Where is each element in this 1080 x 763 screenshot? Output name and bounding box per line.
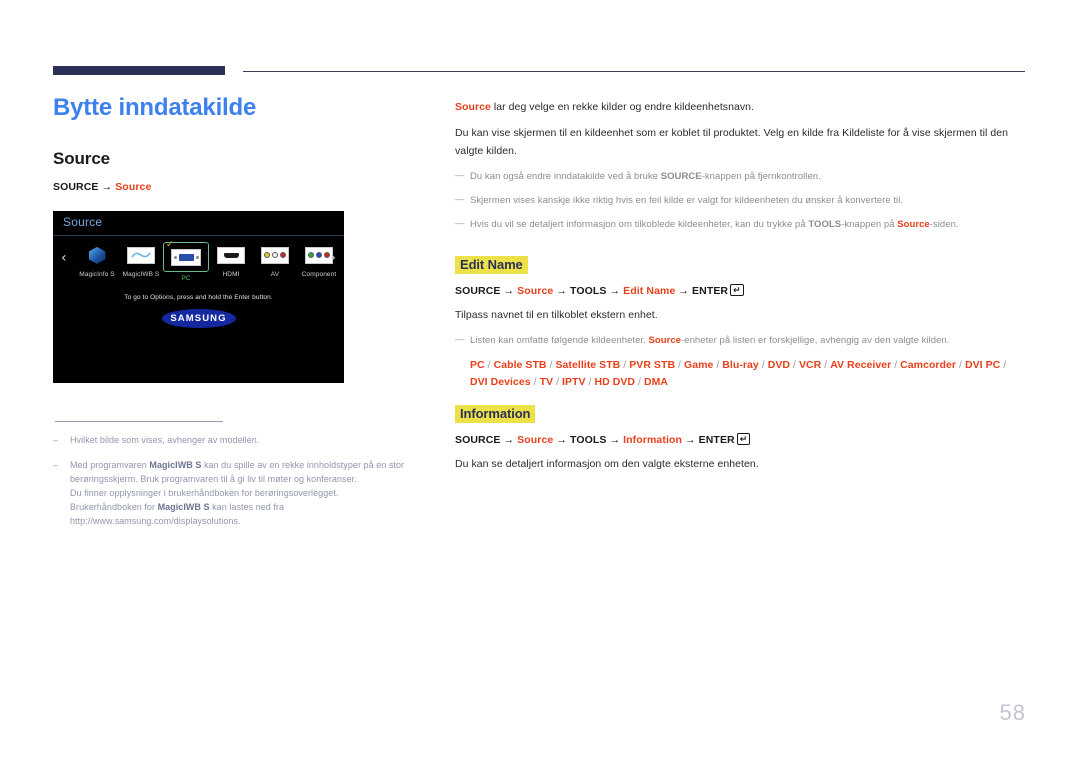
note-dash-icon: — [455,194,465,206]
hdmi-slot-glyph [223,252,239,258]
menu-path-parts: SOURCE → Source → TOOLS → Information → … [455,433,735,446]
note-dash-icon: — [455,169,465,181]
tv-source-icon-box [297,242,341,268]
tv-source-row: ‹ › MagicInfo S MagicIWB S ✓ PC HDMI AV … [53,240,344,288]
menu-path-information: SOURCE → Source → TOOLS → Information → … [455,432,1025,446]
tv-source-label: MagicInfo S [79,271,115,279]
tv-source-label: MagicIWB S [122,271,160,279]
note-tools-button: — Hvis du vil se detaljert informasjon o… [455,217,1025,232]
tv-source-items: MagicInfo S MagicIWB S ✓ PC HDMI AV Comp… [75,240,336,283]
enter-key-icon: ↵ [736,432,751,445]
tv-osd-hint: To go to Options, press and hold the Ent… [124,294,273,302]
tv-source-magicinfo-s[interactable]: MagicInfo S [75,242,119,282]
tv-source-label: Component [301,271,337,279]
tv-source-icon-box [209,242,253,268]
rca-jack-red [324,252,330,259]
hdmi-port-icon [217,246,245,264]
note-text: Hvis du vil se detaljert informasjon om … [470,219,959,231]
footnote-text: Med programvaren MagicIWB S kan du spill… [70,460,405,527]
tv-source-magiciwb-s[interactable]: MagicIWB S [119,242,163,282]
note-device-list: — Listen kan omfatte følgende kildeenhet… [455,333,1025,348]
section-title: Source [53,149,111,169]
footnote-list: – Hvilket bilde som vises, avhenger av m… [53,434,425,529]
rca-jack-green [308,252,314,259]
note-text: Listen kan omfatte følgende kildeenheter… [470,334,950,346]
vga-plug-glyph [173,253,199,261]
page-header-rule [53,66,1025,78]
menu-path-parts: SOURCE → Source → TOOLS → Edit Name → EN… [455,284,729,297]
menu-path-edit-name: SOURCE → Source → TOOLS → Edit Name → EN… [455,283,1025,297]
note-wrong-source: — Skjermen vises kanskje ikke riktig hvi… [455,193,1025,208]
footnote-item: – Hvilket bilde som vises, avhenger av m… [53,434,425,448]
tv-source-component[interactable]: Component [297,242,341,282]
header-rule-thin [243,71,1025,72]
tv-osd-titlebar: Source [53,211,344,237]
footnote-item: – Med programvaren MagicIWB S kan du spi… [53,459,425,529]
magiciwb-icon [127,246,155,264]
rca-jack-blue [316,252,322,259]
tv-source-icon-box [253,242,297,268]
tv-source-pc[interactable]: ✓ PC [163,240,209,283]
menu-path-arrow: → [101,181,113,194]
page-number: 58 [999,700,1026,725]
av-rca-icon [261,246,289,264]
tv-source-label: AV [270,271,280,279]
subsection-heading-information: Information [455,404,536,423]
menu-path-target: Source [115,181,152,194]
left-column: Bytte inndatakilde Source SOURCE → Sourc… [53,94,425,540]
rca-jack-red [280,252,286,259]
samsung-logo: SAMSUNG [161,309,236,329]
note-text: Skjermen vises kanskje ikke riktig hvis … [470,195,904,207]
tv-source-hdmi[interactable]: HDMI [209,242,253,282]
tv-osd-title: Source [63,215,103,230]
right-column: Source lar deg velge en rekke kilder og … [455,99,1025,482]
tv-osd-screenshot: Source ‹ › MagicInfo S MagicIWB S ✓ PC H… [53,211,344,384]
footnote-dash: – [53,460,59,471]
tv-source-icon-box [75,242,119,268]
description-paragraph: Du kan vise skjermen til en kildeenhet s… [455,127,1009,157]
note-text: Du kan også endre inndatakilde ved å bru… [470,170,821,182]
subsection-heading-edit-name: Edit Name [455,255,528,274]
wave-glyph [131,252,151,258]
magicinfo-icon [88,246,106,264]
note-remote-source-button: — Du kan også endre inndatakilde ved å b… [455,169,1025,184]
footnote-dash: – [53,435,59,446]
note-dash-icon: — [455,333,465,345]
tv-source-label: PC [181,275,191,283]
footnote-divider [55,421,223,423]
tv-source-icon-box: ✓ [163,240,209,273]
page-title: Bytte inndatakilde [53,94,257,121]
edit-name-body: Tilpass navnet til en tilkoblet ekstern … [455,308,658,321]
intro-paragraph: Source lar deg velge en rekke kilder og … [455,101,755,113]
pc-connector-icon [171,248,201,266]
note-dash-icon: — [455,218,465,230]
component-rca-icon [305,246,333,264]
menu-path-root: SOURCE [53,181,99,194]
rca-jack-yellow [264,252,270,259]
tv-source-icon-box [119,242,163,268]
check-icon: ✓ [166,240,174,251]
enter-key-icon: ↵ [730,283,744,296]
chevron-left-icon[interactable]: ‹ [61,251,67,265]
tv-source-av[interactable]: AV [253,242,297,282]
menu-path-source: SOURCE → Source [53,181,425,193]
device-type-list: PC / Cable STB / Satellite STB / PVR STB… [470,359,1007,388]
header-rule-thick [53,66,225,75]
tv-source-label: HDMI [222,271,240,279]
information-body: Du kan se detaljert informasjon om den v… [455,457,759,470]
footnote-text: Hvilket bilde som vises, avhenger av mod… [70,435,260,446]
rca-jack-white [272,252,278,259]
